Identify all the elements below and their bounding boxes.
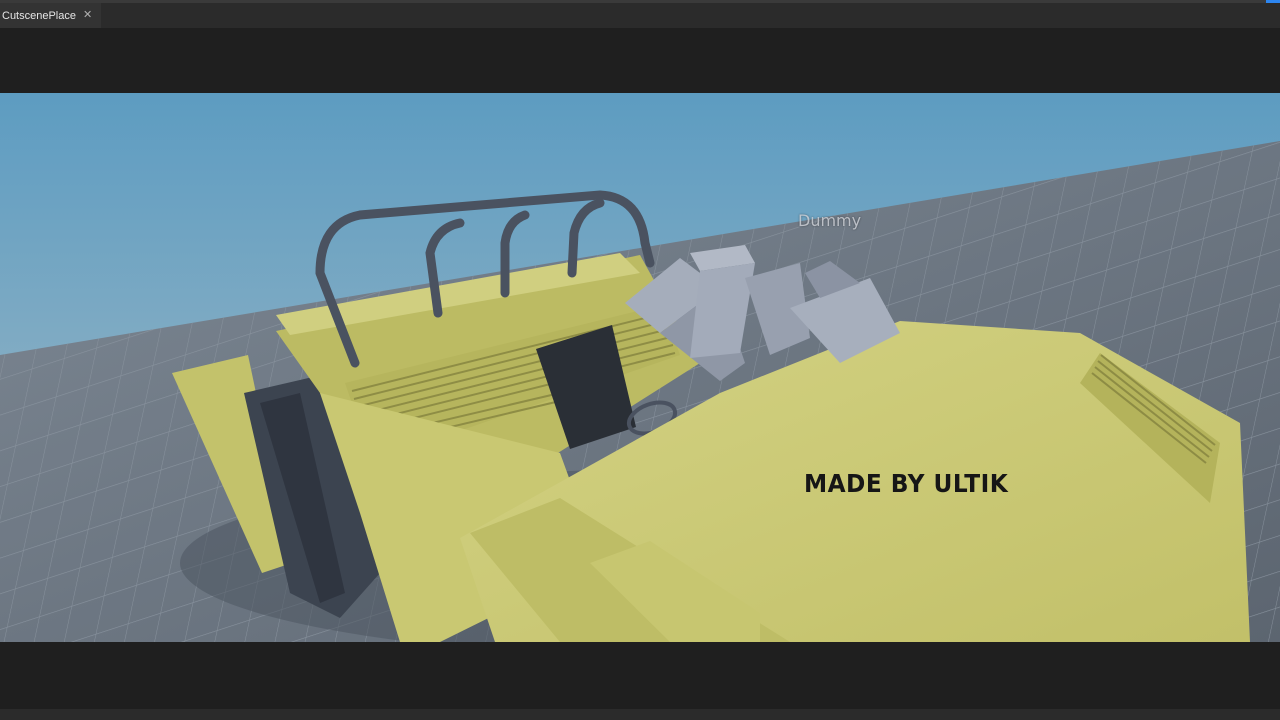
letterbox-top <box>0 28 1280 93</box>
scene-render <box>0 93 1280 642</box>
tab-accent <box>1266 0 1280 3</box>
status-bar <box>0 709 1280 720</box>
game-viewport[interactable]: Dummy MADE BY ULTIK <box>0 93 1280 642</box>
tab-cutsceneplace[interactable]: CutscenePlace ✕ <box>0 3 101 28</box>
close-icon[interactable]: ✕ <box>83 10 92 21</box>
tab-label: CutscenePlace <box>2 9 76 22</box>
tab-bar: CutscenePlace ✕ <box>0 0 1280 28</box>
studio-window: CutscenePlace ✕ Dummy MADE BY ULTIK <box>0 0 1280 720</box>
character-nametag: Dummy <box>798 211 862 230</box>
credit-overlay-text: MADE BY ULTIK <box>804 469 1009 498</box>
letterbox-bottom <box>0 642 1280 709</box>
